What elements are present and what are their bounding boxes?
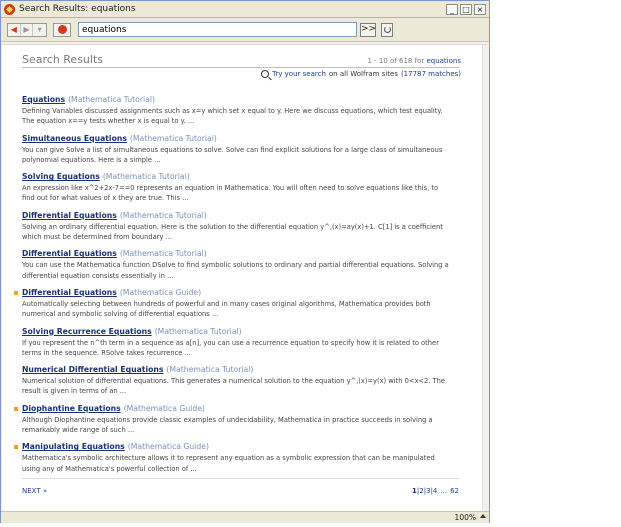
reload-icon xyxy=(383,26,391,33)
forward-arrow-icon: ▶ xyxy=(23,25,30,34)
result-snippet: You can give Solve a list of simultaneou… xyxy=(22,145,443,164)
result-source: (Mathematica Tutorial) xyxy=(119,249,207,259)
result-snippet: Numerical solution of differential equat… xyxy=(22,377,445,396)
result-item: Simultaneous Equations (Mathematica Tutor… xyxy=(22,134,459,173)
result-source: (Mathematica Tutorial) xyxy=(129,133,217,143)
result-title-link[interactable]: Numerical Differential Equations xyxy=(22,365,163,374)
pagination: 1|2|3|4... 62 xyxy=(412,487,459,495)
page-title: Search Results xyxy=(22,53,104,66)
pagination-page-link[interactable]: 4 xyxy=(433,487,437,495)
result-heading: Differential Equations (Mathematica Tutor… xyxy=(22,249,459,259)
result-count: 1 - 10 of 618 for equations xyxy=(367,57,461,65)
result-item: Numerical Differential Equations (Mathema… xyxy=(22,365,459,404)
try-search-matches[interactable]: (17787 matches) xyxy=(401,70,461,78)
search-input[interactable] xyxy=(78,22,357,37)
results-viewport: Search Results 1 - 10 of 618 for equatio… xyxy=(2,44,487,511)
result-heading: Diophantine Equations (Mathematica Guide) xyxy=(22,404,459,414)
result-snippet: Although Diophantine equations provide c… xyxy=(22,415,433,434)
result-item: Equations (Mathematica Tutorial) Defining … xyxy=(22,95,459,134)
result-source: (Mathematica Guide) xyxy=(127,442,210,452)
pagination-page-link[interactable]: 62 xyxy=(450,487,459,495)
result-title-link[interactable]: Equations xyxy=(22,95,65,104)
result-source: (Mathematica Tutorial) xyxy=(68,95,156,104)
result-source: (Mathematica Tutorial) xyxy=(119,210,207,220)
result-source: (Mathematica Tutorial) xyxy=(102,172,190,182)
next-page-link[interactable]: NEXT » xyxy=(22,487,47,495)
status-bar: 100% xyxy=(1,511,489,523)
nav-buttons: ◀ ▶ ▾ xyxy=(7,22,47,37)
result-title-link[interactable]: Differential Equations xyxy=(22,288,117,297)
search-window: Search Results: equations _ □ × ◀ ▶ ▾ >>… xyxy=(0,0,490,523)
reload-button[interactable] xyxy=(381,22,393,37)
result-item: Manipulating Equations (Mathematica Guide… xyxy=(14,442,459,481)
minimize-button[interactable]: _ xyxy=(446,3,458,15)
result-title-link[interactable]: Differential Equations xyxy=(22,211,117,220)
result-source: (Mathematica Guide) xyxy=(123,403,205,413)
result-snippet: Defining Variables discussed assignments… xyxy=(22,107,443,126)
result-heading: Manipulating Equations (Mathematica Guide… xyxy=(22,442,459,452)
result-title-link[interactable]: Solving Recurrence Equations xyxy=(22,327,152,336)
footer-divider xyxy=(22,478,459,479)
try-search-link[interactable]: Try your search xyxy=(272,70,326,78)
home-icon xyxy=(57,25,67,34)
result-heading: Simultaneous Equations (Mathematica Tutor… xyxy=(22,134,459,144)
result-count-query[interactable]: equations xyxy=(426,57,461,65)
mathematica-logo-icon xyxy=(4,3,15,15)
result-snippet: Mathematica's symbolic architecture allo… xyxy=(22,454,435,473)
result-heading: Differential Equations (Mathematica Guide… xyxy=(22,288,459,298)
result-item: Solving Recurrence Equations (Mathematica… xyxy=(22,327,459,366)
zoom-menu-icon[interactable] xyxy=(480,514,486,518)
search-icon xyxy=(261,70,270,78)
result-item: Differential Equations (Mathematica Tutor… xyxy=(22,249,459,288)
guide-marker-icon xyxy=(14,290,18,295)
result-title-link[interactable]: Differential Equations xyxy=(22,249,117,258)
result-snippet: Solving an ordinary differential equatio… xyxy=(22,222,443,241)
result-snippet: Automatically selecting between hundreds… xyxy=(22,299,431,319)
home-button[interactable] xyxy=(53,22,71,37)
try-search-line: Try your search on all Wolfram sites (17… xyxy=(261,70,461,78)
window-title: Search Results: equations xyxy=(19,4,136,14)
zoom-level[interactable]: 100% xyxy=(455,513,476,522)
result-item: Differential Equations (Mathematica Guide… xyxy=(14,288,459,327)
result-snippet: You can use the Mathematica function DSo… xyxy=(22,261,449,280)
result-heading: Equations (Mathematica Tutorial) xyxy=(22,95,459,105)
result-title-link[interactable]: Diophantine Equations xyxy=(22,404,121,413)
result-title-link[interactable]: Manipulating Equations xyxy=(22,442,125,451)
close-button[interactable]: × xyxy=(474,3,486,15)
result-heading: Solving Recurrence Equations (Mathematica… xyxy=(22,327,459,337)
back-arrow-icon: ◀ xyxy=(10,25,17,34)
back-button[interactable]: ◀ xyxy=(8,23,21,36)
header-divider xyxy=(22,67,459,68)
pagination-ellipsis: ... xyxy=(440,487,448,495)
title-bar: Search Results: equations _ □ × xyxy=(1,1,489,18)
result-count-text: 1 - 10 of 618 for xyxy=(367,57,425,65)
result-item: Diophantine Equations (Mathematica Guide)… xyxy=(14,404,459,443)
result-heading: Numerical Differential Equations (Mathema… xyxy=(22,365,459,375)
result-item: Solving Equations (Mathematica Tutorial) A… xyxy=(22,172,459,211)
result-heading: Differential Equations (Mathematica Tutor… xyxy=(22,211,459,221)
history-menu-button[interactable]: ▾ xyxy=(33,24,46,36)
result-title-link[interactable]: Solving Equations xyxy=(22,172,100,181)
maximize-button[interactable]: □ xyxy=(460,3,472,15)
result-heading: Solving Equations (Mathematica Tutorial) xyxy=(22,172,459,182)
vertical-scrollbar[interactable] xyxy=(482,45,487,511)
go-button[interactable]: >> xyxy=(360,22,376,37)
result-title-link[interactable]: Simultaneous Equations xyxy=(22,134,127,143)
result-snippet: An expression like x^2+2x-7==0 represent… xyxy=(22,184,439,203)
try-search-text: on all Wolfram sites xyxy=(328,70,398,78)
guide-marker-icon xyxy=(14,445,18,450)
result-source: (Mathematica Tutorial) xyxy=(154,326,242,336)
chevron-down-icon: ▾ xyxy=(37,25,42,34)
guide-marker-icon xyxy=(14,406,18,411)
result-source: (Mathematica Tutorial) xyxy=(166,365,254,375)
result-snippet: If you represent the n^th term in a sequ… xyxy=(22,338,439,357)
result-item: Differential Equations (Mathematica Tutor… xyxy=(22,211,459,250)
toolbar: ◀ ▶ ▾ >> xyxy=(1,18,489,42)
forward-button[interactable]: ▶ xyxy=(21,23,34,36)
results-list: Equations (Mathematica Tutorial) Defining … xyxy=(14,95,459,481)
result-source: (Mathematica Guide) xyxy=(119,287,202,297)
